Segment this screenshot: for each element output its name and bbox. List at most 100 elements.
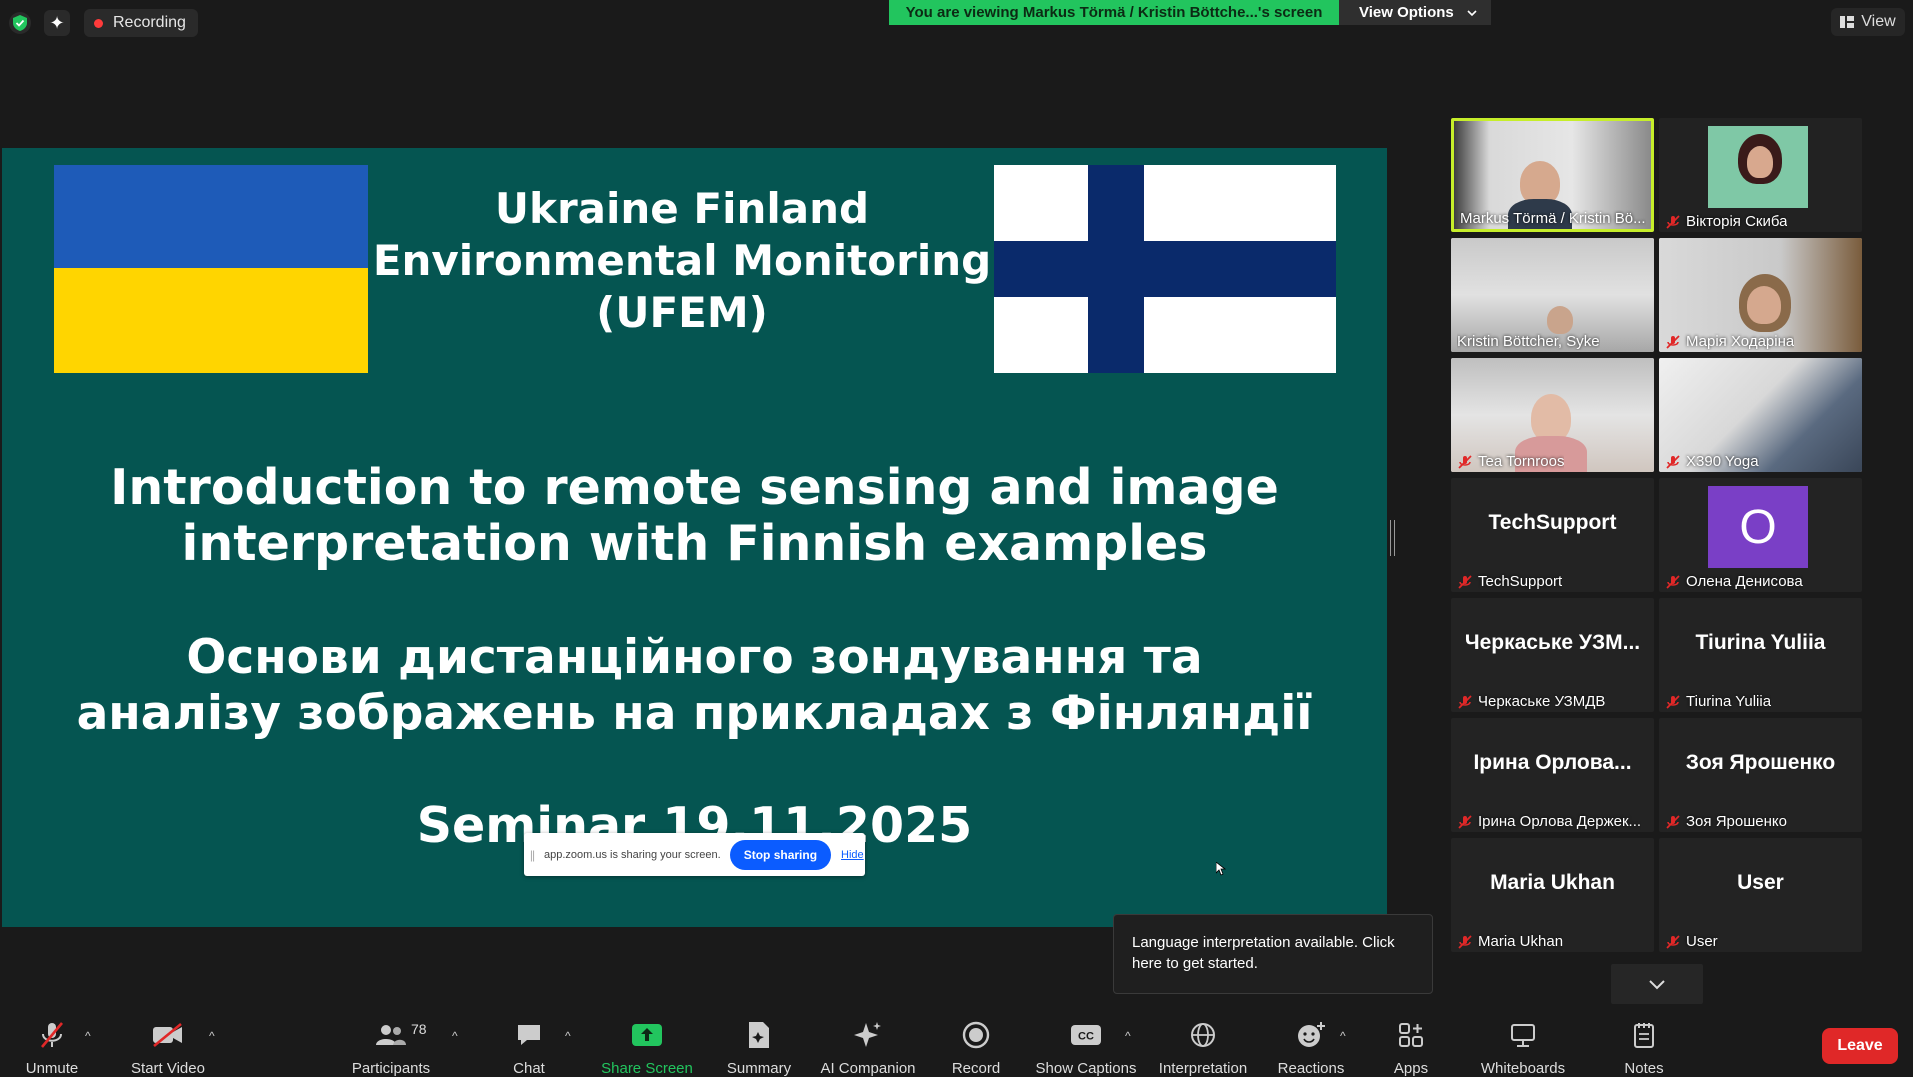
drag-handle-icon[interactable]: ||	[524, 848, 540, 862]
show-captions-label: Show Captions	[1035, 1060, 1137, 1077]
captions-options-caret-icon[interactable]: ^	[1125, 1029, 1131, 1043]
record-button[interactable]: Record	[944, 1005, 1008, 1077]
ai-sparkle-icon[interactable]: ✦	[44, 10, 70, 36]
video-options-caret-icon[interactable]: ^	[209, 1029, 215, 1043]
reactions-emoji-icon	[1298, 1021, 1325, 1047]
show-captions-button[interactable]: CC Show Captions	[1034, 1005, 1138, 1077]
participants-options-caret-icon[interactable]: ^	[452, 1029, 458, 1043]
chat-button[interactable]: Chat	[504, 1005, 554, 1077]
participant-name: Kristin Böttcher, Syke	[1457, 333, 1600, 350]
muted-mic-icon	[1458, 934, 1472, 949]
participant-tile[interactable]: TechSupport TechSupport	[1451, 478, 1654, 592]
participant-display-name: TechSupport	[1488, 511, 1617, 534]
ai-companion-button[interactable]: AI Companion	[816, 1005, 920, 1077]
chat-options-caret-icon[interactable]: ^	[565, 1029, 571, 1043]
record-label: Record	[951, 1060, 1001, 1077]
recording-indicator[interactable]: Recording	[84, 9, 198, 37]
view-options-label: View Options	[1359, 4, 1454, 21]
participant-name: Олена Денисова	[1665, 573, 1803, 590]
finland-flag	[994, 165, 1336, 373]
muted-mic-icon	[1458, 814, 1472, 829]
interpretation-tooltip[interactable]: Language interpretation available. Click…	[1113, 914, 1433, 994]
notes-button[interactable]: Notes	[1622, 1005, 1666, 1077]
view-options-button[interactable]: View Options	[1339, 0, 1491, 25]
stop-sharing-button[interactable]: Stop sharing	[729, 839, 832, 870]
participants-label: Participants	[351, 1060, 431, 1077]
participants-icon	[376, 1024, 406, 1045]
start-video-label: Start Video	[131, 1060, 205, 1077]
mouse-cursor-icon	[1216, 862, 1226, 876]
participant-name: Зоя Ярошенко	[1665, 813, 1787, 830]
view-button[interactable]: View	[1831, 8, 1905, 36]
reactions-button[interactable]: Reactions	[1274, 1005, 1348, 1077]
participant-tile[interactable]: Tiurina Yuliia Tiurina Yuliia	[1659, 598, 1862, 712]
participant-name: Tiurina Yuliia	[1665, 693, 1771, 710]
participant-avatar: О	[1708, 486, 1808, 568]
summary-button[interactable]: Summary	[720, 1005, 798, 1077]
chevron-down-icon	[1467, 9, 1477, 16]
muted-mic-icon	[1666, 214, 1680, 229]
chat-label: Chat	[513, 1060, 545, 1077]
reactions-label: Reactions	[1277, 1060, 1345, 1077]
gallery-scroll-down-button[interactable]	[1611, 964, 1703, 1004]
whiteboards-label: Whiteboards	[1480, 1060, 1566, 1077]
top-bar: ✦ Recording You are viewing Markus Törmä…	[0, 0, 1913, 44]
leave-button[interactable]: Leave	[1822, 1028, 1898, 1064]
reactions-options-caret-icon[interactable]: ^	[1340, 1029, 1346, 1043]
participant-tile[interactable]: Markus Törmä / Kristin Bö...	[1451, 118, 1654, 232]
start-video-button[interactable]: Start Video	[126, 1005, 210, 1077]
panel-resize-handle[interactable]	[1390, 520, 1395, 556]
apps-label: Apps	[1393, 1060, 1429, 1077]
participant-tile[interactable]: Tea Tornroos	[1451, 358, 1654, 472]
security-shield-icon[interactable]	[9, 12, 31, 34]
participant-tile[interactable]: Черкаське УЗМ... Черкаське УЗМДВ	[1451, 598, 1654, 712]
grid-view-icon	[1840, 16, 1855, 28]
participant-name: Черкаське УЗМДВ	[1457, 693, 1605, 710]
muted-mic-icon	[1666, 814, 1680, 829]
participant-tile[interactable]: Maria Ukhan Maria Ukhan	[1451, 838, 1654, 952]
participant-name: Tea Tornroos	[1457, 453, 1564, 470]
participant-tile[interactable]: О Олена Денисова	[1659, 478, 1862, 592]
participant-tile[interactable]: Вікторія Скиба	[1659, 118, 1862, 232]
muted-mic-icon	[41, 1021, 63, 1048]
muted-mic-icon	[1666, 454, 1680, 469]
record-icon	[962, 1021, 990, 1048]
globe-icon	[1191, 1022, 1215, 1047]
recording-dot-icon	[94, 18, 103, 28]
whiteboard-icon	[1511, 1023, 1535, 1047]
apps-button[interactable]: Apps	[1386, 1005, 1436, 1077]
ai-sparkle-icon	[854, 1021, 881, 1047]
participant-name: X390 Yoga	[1665, 453, 1759, 470]
ai-companion-label: AI Companion	[820, 1060, 916, 1077]
muted-mic-icon	[1666, 694, 1680, 709]
notes-icon	[1634, 1022, 1654, 1048]
unmute-button[interactable]: Unmute	[18, 1005, 86, 1077]
viewing-screen-banner: You are viewing Markus Törmä / Kristin B…	[889, 0, 1339, 25]
participant-tile[interactable]: Зоя Ярошенко Зоя Ярошенко	[1659, 718, 1862, 832]
chevron-down-icon	[1649, 980, 1665, 990]
participant-display-name: Tiurina Yuliia	[1695, 631, 1826, 654]
share-screen-button[interactable]: Share Screen	[600, 1005, 694, 1077]
participants-button[interactable]: 78 Participants	[348, 1005, 434, 1077]
participant-display-name: Maria Ukhan	[1490, 871, 1615, 894]
participant-tile[interactable]: Ірина Орлова... Ірина Орлова Держек...	[1451, 718, 1654, 832]
participant-tile[interactable]: X390 Yoga	[1659, 358, 1862, 472]
muted-mic-icon	[1458, 694, 1472, 709]
muted-mic-icon	[1666, 934, 1680, 949]
participant-name: Марія Ходаріна	[1665, 333, 1794, 350]
muted-mic-icon	[1666, 334, 1680, 349]
svg-text:CC: CC	[1078, 1030, 1094, 1042]
participant-tile[interactable]: Марія Ходаріна	[1659, 238, 1862, 352]
recording-label: Recording	[113, 14, 186, 31]
whiteboards-button[interactable]: Whiteboards	[1476, 1005, 1570, 1077]
view-label: View	[1861, 13, 1896, 30]
closed-captions-icon: CC	[1071, 1024, 1101, 1045]
audio-options-caret-icon[interactable]: ^	[85, 1029, 91, 1043]
participant-display-name: Черкаське УЗМ...	[1464, 631, 1641, 654]
share-screen-icon	[632, 1023, 662, 1046]
participant-name: Maria Ukhan	[1457, 933, 1563, 950]
participant-tile[interactable]: Kristin Böttcher, Syke	[1451, 238, 1654, 352]
participant-tile[interactable]: User User	[1659, 838, 1862, 952]
interpretation-button[interactable]: Interpretation	[1155, 1005, 1251, 1077]
hide-link[interactable]: Hide	[841, 849, 864, 861]
